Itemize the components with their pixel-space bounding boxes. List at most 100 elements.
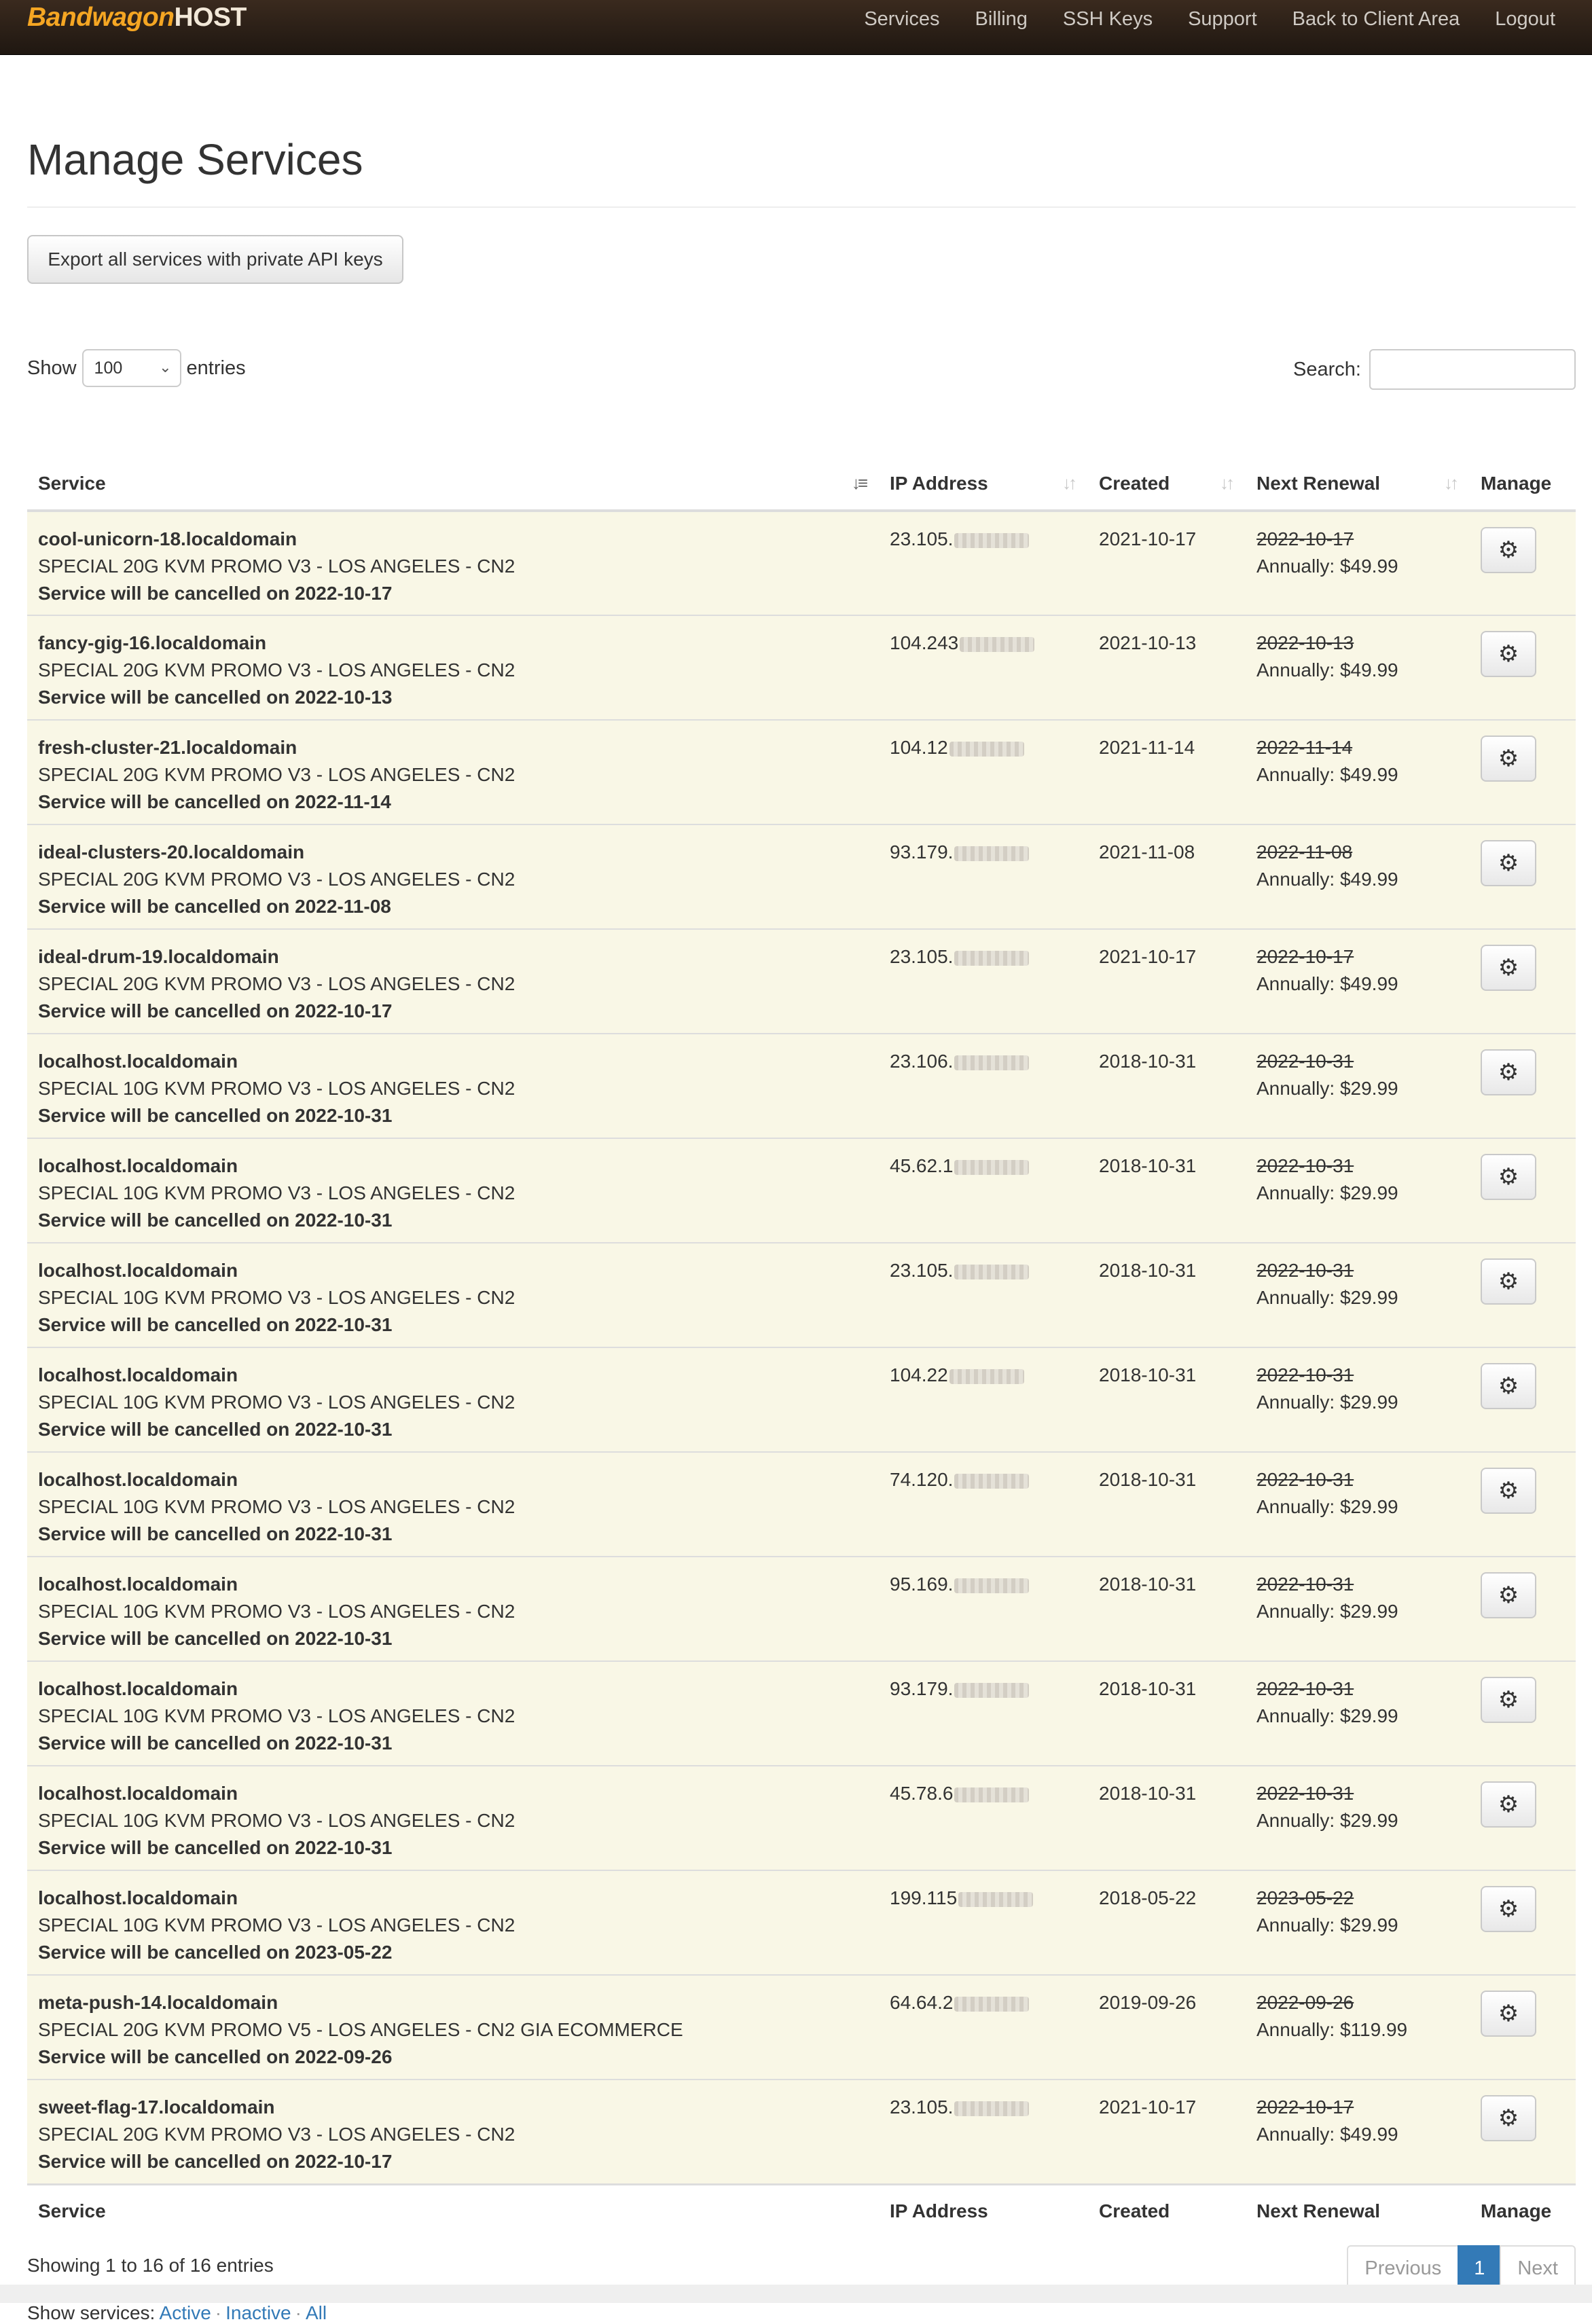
entries-per-page-select[interactable]: 100 ⌄ <box>82 349 181 387</box>
renewal-cell: 2022-10-31 Annually: $29.99 <box>1246 1451 1470 1557</box>
service-cancel-notice: Service will be cancelled on 2022-10-31 <box>38 1419 393 1440</box>
filter-active-link[interactable]: Active <box>160 2302 211 2323</box>
footer-renewal: Next Renewal <box>1246 2183 1470 2237</box>
sort-ascending-icon: ↓≡ <box>851 473 868 493</box>
nav-ssh-keys[interactable]: SSH Keys <box>1045 0 1170 38</box>
ip-address: 23.105. <box>890 528 954 549</box>
ip-address: 104.12 <box>890 737 948 758</box>
renewal-price: Annually: $29.99 <box>1256 1496 1398 1517</box>
service-hostname: sweet-flag-17.localdomain <box>38 2096 275 2118</box>
ip-address: 23.105. <box>890 946 954 967</box>
gear-icon: ⚙ <box>1498 1687 1519 1713</box>
renewal-date: 2022-10-17 <box>1256 2096 1354 2118</box>
services-table: Service ↓≡ IP Address ↓↑ Created ↓↑ Next Re… <box>27 458 1576 2237</box>
manage-button[interactable]: ⚙ <box>1481 945 1536 991</box>
manage-button[interactable]: ⚙ <box>1481 1258 1536 1305</box>
table-body: cool-unicorn-18.localdomain SPECIAL 20G K… <box>27 510 1576 2184</box>
ip-address: 104.22 <box>890 1364 948 1385</box>
renewal-date: 2022-10-31 <box>1256 1783 1354 1804</box>
manage-button[interactable]: ⚙ <box>1481 1154 1536 1200</box>
gear-icon: ⚙ <box>1498 1896 1519 1922</box>
ip-cell: 104.22 <box>879 1347 1088 1452</box>
renewal-price: Annually: $29.99 <box>1256 1914 1398 1936</box>
service-plan: SPECIAL 10G KVM PROMO V3 - LOS ANGELES -… <box>38 1392 515 1413</box>
search-input[interactable] <box>1369 349 1576 390</box>
renewal-cell: 2022-10-17 Annually: $49.99 <box>1246 510 1470 615</box>
manage-button[interactable]: ⚙ <box>1481 2095 1536 2141</box>
manage-button[interactable]: ⚙ <box>1481 840 1536 886</box>
table-row: localhost.localdomain SPECIAL 10G KVM PRO… <box>27 1451 1576 1557</box>
service-plan: SPECIAL 10G KVM PROMO V3 - LOS ANGELES -… <box>38 1182 515 1203</box>
renewal-price: Annually: $29.99 <box>1256 1078 1398 1099</box>
column-header-service[interactable]: Service ↓≡ <box>27 458 879 512</box>
manage-button[interactable]: ⚙ <box>1481 1677 1536 1723</box>
page-footer <box>0 2285 1592 2303</box>
column-header-ip[interactable]: IP Address ↓↑ <box>879 458 1088 512</box>
table-row: cool-unicorn-18.localdomain SPECIAL 20G K… <box>27 510 1576 615</box>
manage-cell: ⚙ <box>1470 2079 1576 2184</box>
footer-created: Created <box>1088 2183 1246 2237</box>
renewal-price: Annually: $29.99 <box>1256 1705 1398 1726</box>
service-hostname: localhost.localdomain <box>38 1887 238 1908</box>
renewal-date: 2022-10-31 <box>1256 1051 1354 1072</box>
service-cancel-notice: Service will be cancelled on 2022-10-31 <box>38 1628 393 1649</box>
ip-cell: 104.243 <box>879 615 1088 720</box>
table-row: sweet-flag-17.localdomain SPECIAL 20G KVM… <box>27 2079 1576 2184</box>
ip-address: 95.169. <box>890 1574 954 1595</box>
entries-per-page-value: 100 <box>94 358 123 378</box>
manage-button[interactable]: ⚙ <box>1481 631 1536 677</box>
created-date: 2018-10-31 <box>1088 1347 1246 1452</box>
nav-support[interactable]: Support <box>1170 0 1275 38</box>
manage-cell: ⚙ <box>1470 1765 1576 1870</box>
manage-button[interactable]: ⚙ <box>1481 1049 1536 1095</box>
brand-logo[interactable]: BandwagonHOST <box>27 1 247 34</box>
filter-inactive-link[interactable]: Inactive <box>225 2302 291 2323</box>
manage-cell: ⚙ <box>1470 1033 1576 1138</box>
manage-button[interactable]: ⚙ <box>1481 1468 1536 1514</box>
manage-button[interactable]: ⚙ <box>1481 1363 1536 1409</box>
service-plan: SPECIAL 20G KVM PROMO V3 - LOS ANGELES -… <box>38 2124 515 2145</box>
column-header-created[interactable]: Created ↓↑ <box>1088 458 1246 512</box>
renewal-price: Annually: $29.99 <box>1256 1601 1398 1622</box>
gear-icon: ⚙ <box>1498 850 1519 876</box>
nav-logout[interactable]: Logout <box>1477 0 1573 38</box>
service-plan: SPECIAL 20G KVM PROMO V3 - LOS ANGELES -… <box>38 764 515 785</box>
redacted-ip-blur <box>954 1682 1030 1698</box>
created-date: 2018-10-31 <box>1088 1451 1246 1557</box>
column-header-renewal[interactable]: Next Renewal ↓↑ <box>1246 458 1470 512</box>
service-cancel-notice: Service will be cancelled on 2022-10-31 <box>38 1523 393 1544</box>
filter-all-link[interactable]: All <box>306 2302 327 2323</box>
nav-billing[interactable]: Billing <box>958 0 1045 38</box>
ip-cell: 45.62.1 <box>879 1138 1088 1243</box>
filter-separator: · <box>295 2302 302 2323</box>
renewal-price: Annually: $49.99 <box>1256 556 1398 577</box>
ip-cell: 23.105. <box>879 928 1088 1034</box>
export-services-button[interactable]: Export all services with private API key… <box>27 235 403 284</box>
service-hostname: cool-unicorn-18.localdomain <box>38 528 297 549</box>
manage-button[interactable]: ⚙ <box>1481 1991 1536 2037</box>
renewal-date: 2022-11-14 <box>1256 737 1353 758</box>
renewal-price: Annually: $49.99 <box>1256 764 1398 785</box>
redacted-ip-blur <box>954 1159 1030 1175</box>
created-date: 2018-10-31 <box>1088 1660 1246 1766</box>
service-cell: localhost.localdomain SPECIAL 10G KVM PRO… <box>27 1242 879 1347</box>
gear-icon: ⚙ <box>1498 1164 1519 1190</box>
manage-button[interactable]: ⚙ <box>1481 736 1536 782</box>
manage-button[interactable]: ⚙ <box>1481 1572 1536 1618</box>
service-hostname: fancy-gig-16.localdomain <box>38 632 267 653</box>
nav-back-to-client-area[interactable]: Back to Client Area <box>1275 0 1478 38</box>
service-cell: localhost.localdomain SPECIAL 10G KVM PRO… <box>27 1765 879 1870</box>
manage-button[interactable]: ⚙ <box>1481 1886 1536 1932</box>
renewal-date: 2022-10-31 <box>1256 1678 1354 1699</box>
ip-address: 74.120. <box>890 1469 954 1490</box>
service-cell: localhost.localdomain SPECIAL 10G KVM PRO… <box>27 1033 879 1138</box>
manage-button[interactable]: ⚙ <box>1481 527 1536 573</box>
table-row: localhost.localdomain SPECIAL 10G KVM PRO… <box>27 1138 1576 1243</box>
table-row: fancy-gig-16.localdomain SPECIAL 20G KVM … <box>27 615 1576 720</box>
gear-icon: ⚙ <box>1498 2105 1519 2131</box>
redacted-ip-blur <box>954 950 1030 966</box>
nav-services[interactable]: Services <box>846 0 957 38</box>
manage-button[interactable]: ⚙ <box>1481 1781 1536 1828</box>
table-row: ideal-clusters-20.localdomain SPECIAL 20G… <box>27 824 1576 929</box>
redacted-ip-blur <box>954 846 1030 861</box>
